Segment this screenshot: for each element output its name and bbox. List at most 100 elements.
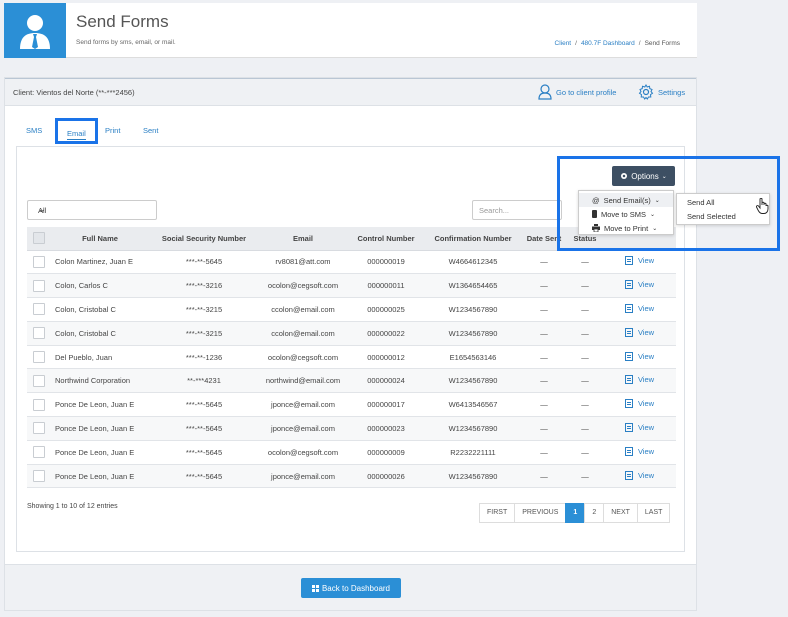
cell-control-number: 000000022 bbox=[347, 321, 425, 346]
col-ssn[interactable]: Social Security Number bbox=[149, 227, 259, 251]
view-link[interactable]: View bbox=[624, 351, 654, 361]
cell-control-number: 000000009 bbox=[347, 440, 425, 465]
view-link-label: View bbox=[637, 422, 655, 432]
search-box[interactable] bbox=[472, 200, 562, 220]
tab-email[interactable]: Email bbox=[55, 118, 98, 144]
back-to-dashboard-button[interactable]: Back to Dashboard bbox=[301, 578, 401, 598]
breadcrumb-client[interactable]: Client bbox=[555, 40, 572, 47]
tab-sms[interactable]: SMS bbox=[26, 126, 42, 135]
cell-control-number: 000000011 bbox=[347, 273, 425, 299]
view-link[interactable]: View bbox=[624, 399, 654, 409]
row-checkbox[interactable] bbox=[33, 327, 45, 340]
table-row[interactable]: Ponce De Leon, Juan E ***-**-5645 jponce@e… bbox=[27, 416, 676, 441]
select-all-checkbox[interactable] bbox=[33, 232, 45, 245]
row-checkbox[interactable] bbox=[33, 374, 45, 387]
menu-send-emails[interactable]: @ Send Email(s) ⌄ bbox=[579, 193, 673, 207]
submenu-send-selected[interactable]: Send Selected bbox=[687, 212, 736, 221]
view-link[interactable]: View bbox=[624, 422, 655, 432]
table-row[interactable]: Colon, Carlos C ***-**-3216 ocolon@cegsoft… bbox=[27, 273, 676, 299]
tab-sent[interactable]: Sent bbox=[143, 126, 158, 135]
cell-date-sent: — bbox=[521, 440, 567, 465]
row-select-cell bbox=[27, 392, 51, 418]
row-checkbox[interactable] bbox=[33, 398, 45, 411]
table-row[interactable]: Ponce De Leon, Juan E ***-**-5645 jponce@e… bbox=[27, 464, 676, 489]
page-right-gutter bbox=[698, 0, 788, 617]
document-icon bbox=[624, 327, 633, 337]
page-button-next[interactable]: NEXT bbox=[603, 503, 638, 523]
view-link[interactable]: View bbox=[624, 327, 654, 337]
cell-status: — bbox=[567, 392, 603, 418]
view-link[interactable]: View bbox=[624, 303, 655, 313]
cell-ssn: ***-**-5645 bbox=[149, 392, 259, 418]
document-icon bbox=[624, 375, 633, 385]
settings-link[interactable]: Settings bbox=[638, 84, 685, 100]
page-button-1[interactable]: 1 bbox=[565, 503, 586, 523]
filter-select[interactable]: All ⌄ bbox=[27, 200, 157, 220]
view-link-label: View bbox=[637, 303, 655, 313]
row-checkbox[interactable] bbox=[33, 446, 45, 459]
col-email[interactable]: Email bbox=[259, 227, 347, 251]
table-row[interactable]: Colon, Cristobal C ***-**-3215 ccolon@emai… bbox=[27, 321, 676, 346]
menu-move-to-print-label: Move to Print bbox=[604, 223, 649, 233]
col-control-number[interactable]: Control Number bbox=[347, 227, 425, 251]
tab-print[interactable]: Print bbox=[105, 126, 120, 135]
page-button-first[interactable]: FIRST bbox=[479, 503, 516, 523]
table-row[interactable]: Del Pueblo, Juan ***-**-1236 ocolon@cegsof… bbox=[27, 345, 676, 370]
table-row[interactable]: Ponce De Leon, Juan E ***-**-5645 jponce@e… bbox=[27, 392, 676, 418]
row-checkbox[interactable] bbox=[33, 303, 45, 316]
cell-status: — bbox=[567, 464, 603, 489]
grid-icon bbox=[311, 584, 319, 592]
table-row[interactable]: Northwind Corporation **-***4231 northwind… bbox=[27, 368, 676, 394]
page-header: Send Forms Send forms by sms, email, or … bbox=[4, 3, 697, 58]
cell-date-sent: — bbox=[521, 464, 567, 489]
breadcrumb-dashboard[interactable]: 480.7F Dashboard bbox=[581, 40, 635, 47]
footer-bar: Back to Dashboard bbox=[5, 564, 696, 610]
table-row[interactable]: Colon Martinez, Juan E ***-**-5645 rv8081@… bbox=[27, 250, 676, 275]
view-link[interactable]: View bbox=[624, 375, 654, 385]
menu-move-to-sms[interactable]: Move to SMS ⌄ bbox=[579, 207, 673, 221]
table-row[interactable]: Ponce De Leon, Juan E ***-**-5645 ocolon@c… bbox=[27, 440, 676, 465]
view-link[interactable]: View bbox=[624, 470, 654, 480]
row-checkbox[interactable] bbox=[33, 351, 45, 364]
go-to-client-profile-link[interactable]: Go to client profile bbox=[538, 84, 616, 100]
cell-confirmation-number: W1234567890 bbox=[425, 368, 521, 394]
view-link[interactable]: View bbox=[624, 446, 655, 456]
cell-status: — bbox=[567, 345, 603, 370]
table-body: Colon Martinez, Juan E ***-**-5645 rv8081@… bbox=[27, 250, 676, 489]
cell-date-sent: — bbox=[521, 273, 567, 299]
options-button-label: Options bbox=[631, 171, 659, 181]
row-checkbox[interactable] bbox=[33, 422, 45, 435]
cell-confirmation-number: W6413546567 bbox=[425, 392, 521, 418]
select-all-header bbox=[27, 227, 51, 251]
row-checkbox[interactable] bbox=[33, 279, 45, 292]
cell-confirmation-number: W1234567890 bbox=[425, 321, 521, 346]
col-full-name[interactable]: Full Name bbox=[51, 227, 149, 251]
page-button-previous[interactable]: PREVIOUS bbox=[514, 503, 567, 523]
cell-confirmation-number: W4664612345 bbox=[425, 250, 521, 275]
cell-email: northwind@email.com bbox=[259, 368, 347, 394]
view-link[interactable]: View bbox=[624, 280, 654, 290]
submenu-send-all[interactable]: Send All bbox=[687, 198, 715, 207]
search-input[interactable] bbox=[479, 202, 559, 218]
view-link-label: View bbox=[637, 446, 655, 456]
cell-actions: View bbox=[603, 440, 676, 465]
options-button[interactable]: Options ⌄ bbox=[612, 166, 675, 186]
cell-ssn: ***-**-1236 bbox=[149, 345, 259, 370]
row-select-cell bbox=[27, 368, 51, 394]
row-checkbox[interactable] bbox=[33, 255, 45, 268]
menu-move-to-print[interactable]: Move to Print ⌄ bbox=[579, 221, 673, 235]
cell-full-name: Colon, Cristobal C bbox=[51, 297, 149, 322]
col-confirmation-number[interactable]: Confirmation Number bbox=[425, 227, 521, 251]
row-checkbox[interactable] bbox=[33, 470, 45, 483]
page-button-2[interactable]: 2 bbox=[584, 503, 605, 523]
view-link[interactable]: View bbox=[624, 256, 654, 266]
page-subtitle: Send forms by sms, email, or mail. bbox=[76, 39, 176, 46]
channel-tabs: SMS Email Print Sent bbox=[5, 116, 696, 144]
table-row[interactable]: Colon, Cristobal C ***-**-3215 ccolon@emai… bbox=[27, 297, 676, 322]
cell-actions: View bbox=[603, 345, 676, 370]
cell-status: — bbox=[567, 273, 603, 299]
cell-actions: View bbox=[603, 416, 676, 441]
printer-icon bbox=[592, 224, 600, 232]
page-button-last[interactable]: LAST bbox=[636, 503, 671, 523]
hand-cursor-icon bbox=[756, 198, 769, 214]
